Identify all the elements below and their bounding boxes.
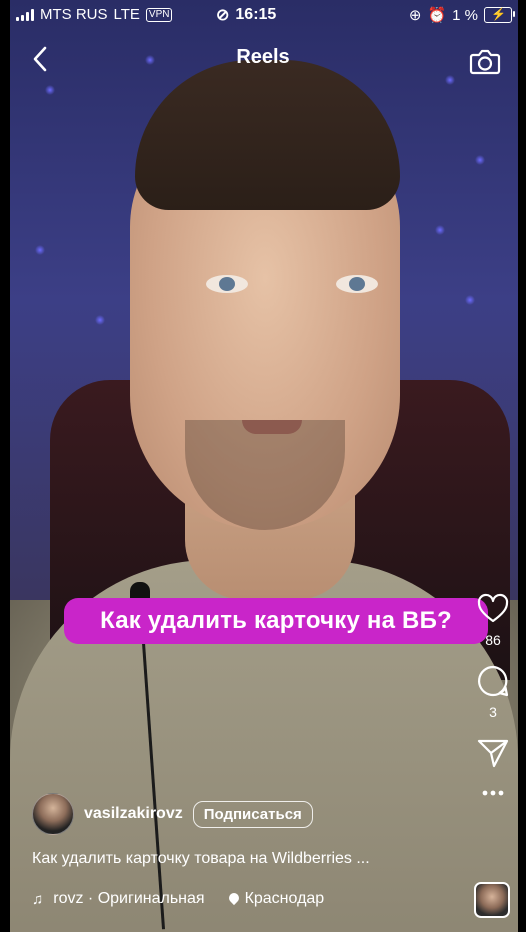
location-label: Краснодар <box>244 890 325 907</box>
location-tag[interactable]: Краснодар <box>226 890 325 908</box>
rotation-lock-icon: ⊕ <box>408 7 422 24</box>
reels-header: Reels <box>0 38 526 82</box>
audio-label[interactable]: rovz · Оригинальная <box>53 890 204 908</box>
link-icon: ⊘ <box>216 7 230 24</box>
audio-location-row: ♫ rovz · Оригинальная Краснодар <box>32 890 324 908</box>
camera-icon[interactable] <box>468 44 502 78</box>
music-note-icon: ♫ <box>32 890 44 908</box>
comment-icon[interactable] <box>476 664 510 698</box>
avatar[interactable] <box>32 793 74 835</box>
reel-description[interactable]: Как удалить карточку товара на Wildberri… <box>32 850 370 868</box>
comment-count: 3 <box>489 704 497 720</box>
status-time-group: ⊘ 16:15 <box>216 5 276 25</box>
battery-percent: 1 % <box>452 6 478 24</box>
comment-action[interactable]: 3 <box>470 664 516 720</box>
person-eye-right <box>336 275 378 293</box>
status-bar: MTS RUS LTE VPN ⊘ 16:15 ⊕ ⏰ 1 % ⚡ <box>0 0 526 28</box>
alarm-icon: ⏰ <box>427 7 447 24</box>
location-pin-icon <box>226 890 241 906</box>
page-title: Reels <box>236 46 290 68</box>
author-row: vasilzakirovz Подписаться <box>32 793 313 835</box>
author-username[interactable]: vasilzakirovz <box>84 805 183 823</box>
subscribe-button[interactable]: Подписаться <box>192 800 313 828</box>
person-eye-left <box>206 275 248 293</box>
person-mouth <box>242 420 302 434</box>
status-left: MTS RUS LTE VPN <box>16 6 173 23</box>
vpn-badge: VPN <box>145 7 173 22</box>
carrier-name: MTS RUS <box>40 6 108 23</box>
like-count: 86 <box>485 632 501 648</box>
battery-icon: ⚡ <box>484 7 515 23</box>
status-right: ⊕ ⏰ 1 % ⚡ <box>408 6 515 24</box>
video-caption-overlay: Как удалить карточку на ВБ? <box>64 598 488 644</box>
share-action[interactable] <box>470 736 516 770</box>
more-dots-icon[interactable] <box>476 786 510 800</box>
like-action[interactable]: 86 <box>470 592 516 648</box>
status-time: 16:15 <box>235 6 277 23</box>
reels-screen: MTS RUS LTE VPN ⊘ 16:15 ⊕ ⏰ 1 % ⚡ Reels … <box>0 0 526 932</box>
signal-icon <box>16 8 34 21</box>
reel-actions: 86 3 <box>470 592 516 816</box>
heart-icon[interactable] <box>476 592 510 626</box>
more-action[interactable] <box>470 786 516 800</box>
send-icon[interactable] <box>476 736 510 770</box>
network-type: LTE <box>113 6 140 23</box>
audio-thumbnail[interactable] <box>474 882 510 918</box>
